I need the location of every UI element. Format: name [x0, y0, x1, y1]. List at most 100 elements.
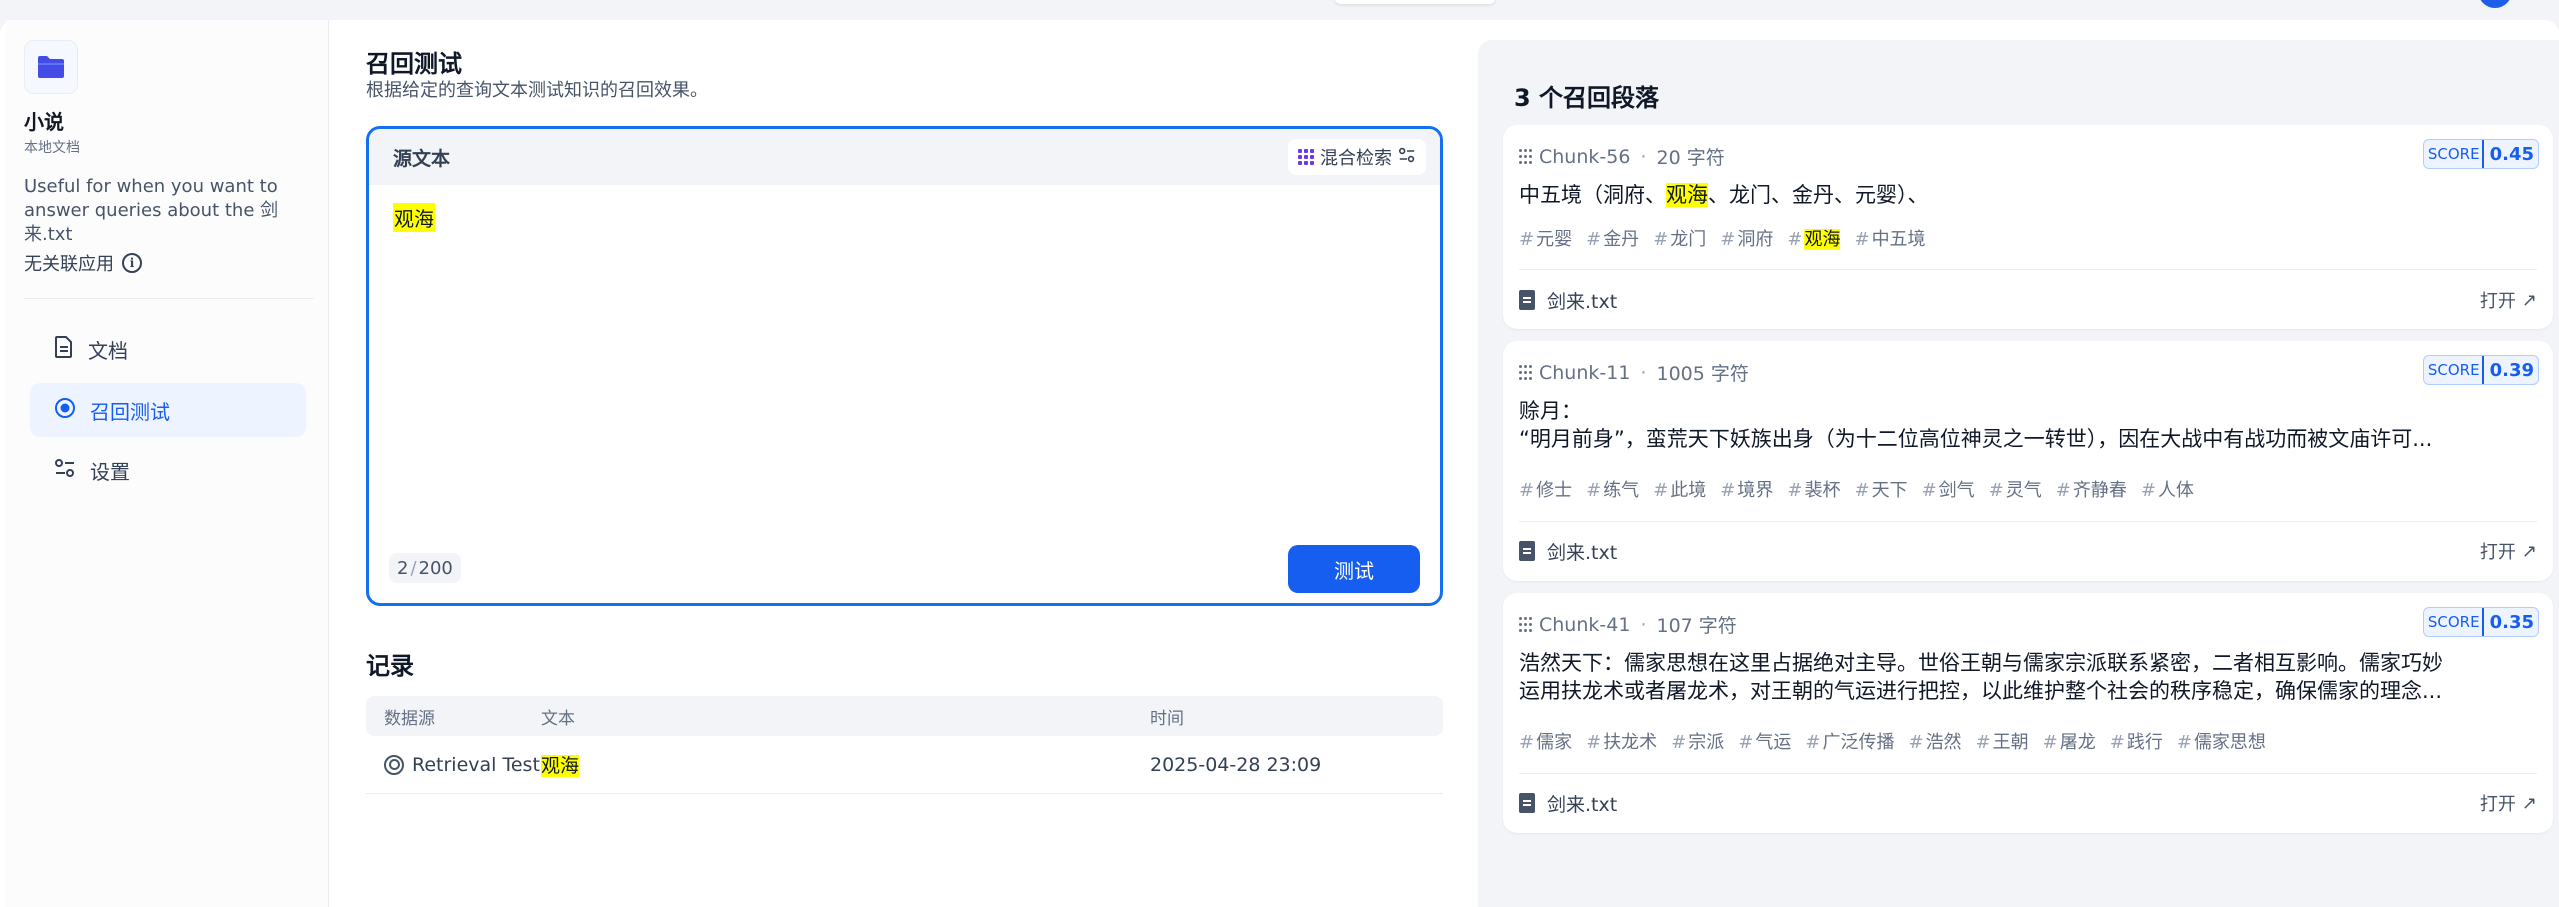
- tag: # 扶龙术: [1586, 732, 1658, 753]
- tag: # 齐静春: [2055, 480, 2127, 501]
- source-text: Retrieval Test: [412, 753, 540, 776]
- text-cell: 观海: [541, 751, 1150, 778]
- sidebar-item-label: 设置: [90, 459, 130, 484]
- divider: [1519, 521, 2537, 522]
- page-subtitle: 根据给定的查询文本测试知识的召回效果。: [366, 80, 708, 101]
- tag: # 儒家: [1519, 732, 1573, 753]
- tag: # 践行: [2109, 732, 2163, 753]
- table-header: 数据源 文本 时间: [366, 696, 1443, 736]
- records-title: 记录: [366, 652, 414, 680]
- sliders-icon: [54, 458, 76, 483]
- chunk-content: 中五境（洞府、观海、龙门、金丹、元婴）、: [1519, 183, 1929, 207]
- tag: # 修士: [1519, 480, 1573, 501]
- card-footer: 剑来.txt 打开 ↗: [1519, 531, 2537, 571]
- top-nav-pill[interactable]: [1335, 0, 1495, 4]
- tag: # 浩然: [1908, 732, 1962, 753]
- results-title: 3 个召回段落: [1514, 84, 1660, 112]
- arrow-up-right-icon: ↗: [2521, 792, 2537, 814]
- target-icon: [54, 397, 76, 424]
- dataset-description: Useful for when you want to answer queri…: [24, 176, 279, 245]
- result-card[interactable]: Chunk-11 · 1005 字符 SCORE 0.39 赊月： “明月前身”，…: [1503, 341, 2553, 581]
- chunk-id: Chunk-56: [1539, 145, 1631, 168]
- document-icon: [54, 335, 74, 363]
- tag: # 人体: [2140, 480, 2194, 501]
- table-row[interactable]: Retrieval Test 观海 2025-04-28 23:09: [366, 736, 1443, 794]
- query-box: 源文本 混合检索 观海 2/200 测试: [366, 126, 1443, 606]
- tag: # 天下: [1854, 480, 1908, 501]
- result-card[interactable]: Chunk-56 · 20 字符 SCORE 0.45 中五境（洞府、观海、龙门、…: [1503, 125, 2553, 329]
- file-icon: [1519, 541, 1535, 561]
- tag: # 此境: [1653, 480, 1707, 501]
- chunk-content: 浩然天下：儒家思想在这里占据绝对主导。世俗王朝与儒家宗派联系紧密，二者相互影响。…: [1519, 651, 2443, 703]
- tag: # 金丹: [1586, 229, 1640, 250]
- arrow-up-right-icon: ↗: [2521, 289, 2537, 311]
- results-panel: 3 个召回段落 Chunk-56 · 20 字符 SCORE 0.45 中五境（洞…: [1478, 40, 2559, 907]
- score-badge: SCORE 0.35: [2422, 607, 2539, 637]
- tag: # 剑气: [1921, 480, 1975, 501]
- info-icon[interactable]: i: [122, 253, 142, 273]
- retrieval-mode-button[interactable]: 混合检索: [1288, 139, 1426, 175]
- chunk-header: Chunk-11 · 1005 字符: [1519, 359, 1749, 386]
- score-value: 0.45: [2489, 143, 2534, 165]
- target-icon: [384, 754, 404, 775]
- score-value: 0.35: [2489, 611, 2534, 633]
- drag-dots-icon: [1519, 148, 1533, 165]
- page-title: 召回测试: [366, 50, 462, 78]
- file-icon: [1519, 793, 1535, 813]
- file-icon: [1519, 290, 1535, 310]
- chunk-id: Chunk-11: [1539, 361, 1631, 384]
- test-button[interactable]: 测试: [1288, 545, 1420, 593]
- divider: [24, 298, 314, 299]
- keyword-tags: # 儒家 # 扶龙术 # 宗派 # 气运 # 广泛传播 # 浩然 # 王朝 # 屠龙 # 践行 #…: [1519, 728, 2266, 754]
- open-link[interactable]: 打开 ↗: [2480, 287, 2537, 313]
- avatar[interactable]: [2478, 0, 2512, 8]
- top-bar: [0, 0, 2559, 20]
- score-badge: SCORE 0.45: [2422, 139, 2539, 169]
- text-value: 观海: [541, 755, 580, 777]
- tag: # 练气: [1586, 480, 1640, 501]
- sidebar-item-settings[interactable]: 设置: [30, 443, 306, 497]
- divider: [1519, 773, 2537, 774]
- tag: # 中五境: [1854, 229, 1926, 250]
- related-apps-label: 无关联应用: [24, 254, 114, 275]
- query-header: 源文本 混合检索: [369, 129, 1440, 185]
- open-link[interactable]: 打开 ↗: [2480, 790, 2537, 816]
- drag-dots-icon: [1519, 616, 1533, 633]
- sliders-icon: [1398, 147, 1416, 168]
- tag: # 屠龙: [2042, 732, 2096, 753]
- sidebar-item-retrieval-test[interactable]: 召回测试: [30, 383, 306, 437]
- file-name: 剑来.txt: [1519, 538, 1617, 565]
- tag: # 洞府: [1720, 229, 1774, 250]
- query-input[interactable]: 观海: [393, 203, 435, 232]
- arrow-up-right-icon: ↗: [2521, 540, 2537, 562]
- chunk-chars: 20 字符: [1656, 147, 1725, 169]
- related-apps: 无关联应用 i: [24, 250, 142, 276]
- file-name: 剑来.txt: [1519, 287, 1617, 314]
- tag: # 龙门: [1653, 229, 1707, 250]
- score-value: 0.39: [2489, 359, 2534, 381]
- tag: # 气运: [1738, 732, 1792, 753]
- sidebar: 小说 本地文档 Useful for when you want to answ…: [6, 20, 329, 907]
- char-counter: 2/200: [389, 553, 461, 583]
- tag: # 观海: [1787, 229, 1841, 250]
- keyword-tags: # 元婴 # 金丹 # 龙门 # 洞府 # 观海 # 中五境: [1519, 225, 1926, 251]
- column-header: 时间: [1150, 708, 1184, 729]
- retrieval-mode-label: 混合检索: [1320, 148, 1392, 169]
- tag: # 广泛传播: [1805, 732, 1895, 753]
- char-max: 200: [418, 557, 453, 579]
- chunk-header: Chunk-56 · 20 字符: [1519, 143, 1725, 170]
- sidebar-item-documents[interactable]: 文档: [30, 322, 306, 376]
- tag: # 王朝: [1975, 732, 2029, 753]
- chunk-header: Chunk-41 · 107 字符: [1519, 611, 1737, 638]
- card-footer: 剑来.txt 打开 ↗: [1519, 280, 2537, 320]
- tag: # 儒家思想: [2176, 732, 2266, 753]
- column-header: 数据源: [384, 708, 435, 729]
- divider: [1519, 269, 2537, 270]
- result-card[interactable]: Chunk-41 · 107 字符 SCORE 0.35 浩然天下：儒家思想在这里…: [1503, 593, 2553, 833]
- grid-icon: [1298, 149, 1314, 165]
- chunk-id: Chunk-41: [1539, 613, 1631, 636]
- open-link[interactable]: 打开 ↗: [2480, 538, 2537, 564]
- drag-dots-icon: [1519, 364, 1533, 381]
- column-header: 文本: [541, 708, 575, 729]
- time-cell: 2025-04-28 23:09: [1150, 753, 1322, 776]
